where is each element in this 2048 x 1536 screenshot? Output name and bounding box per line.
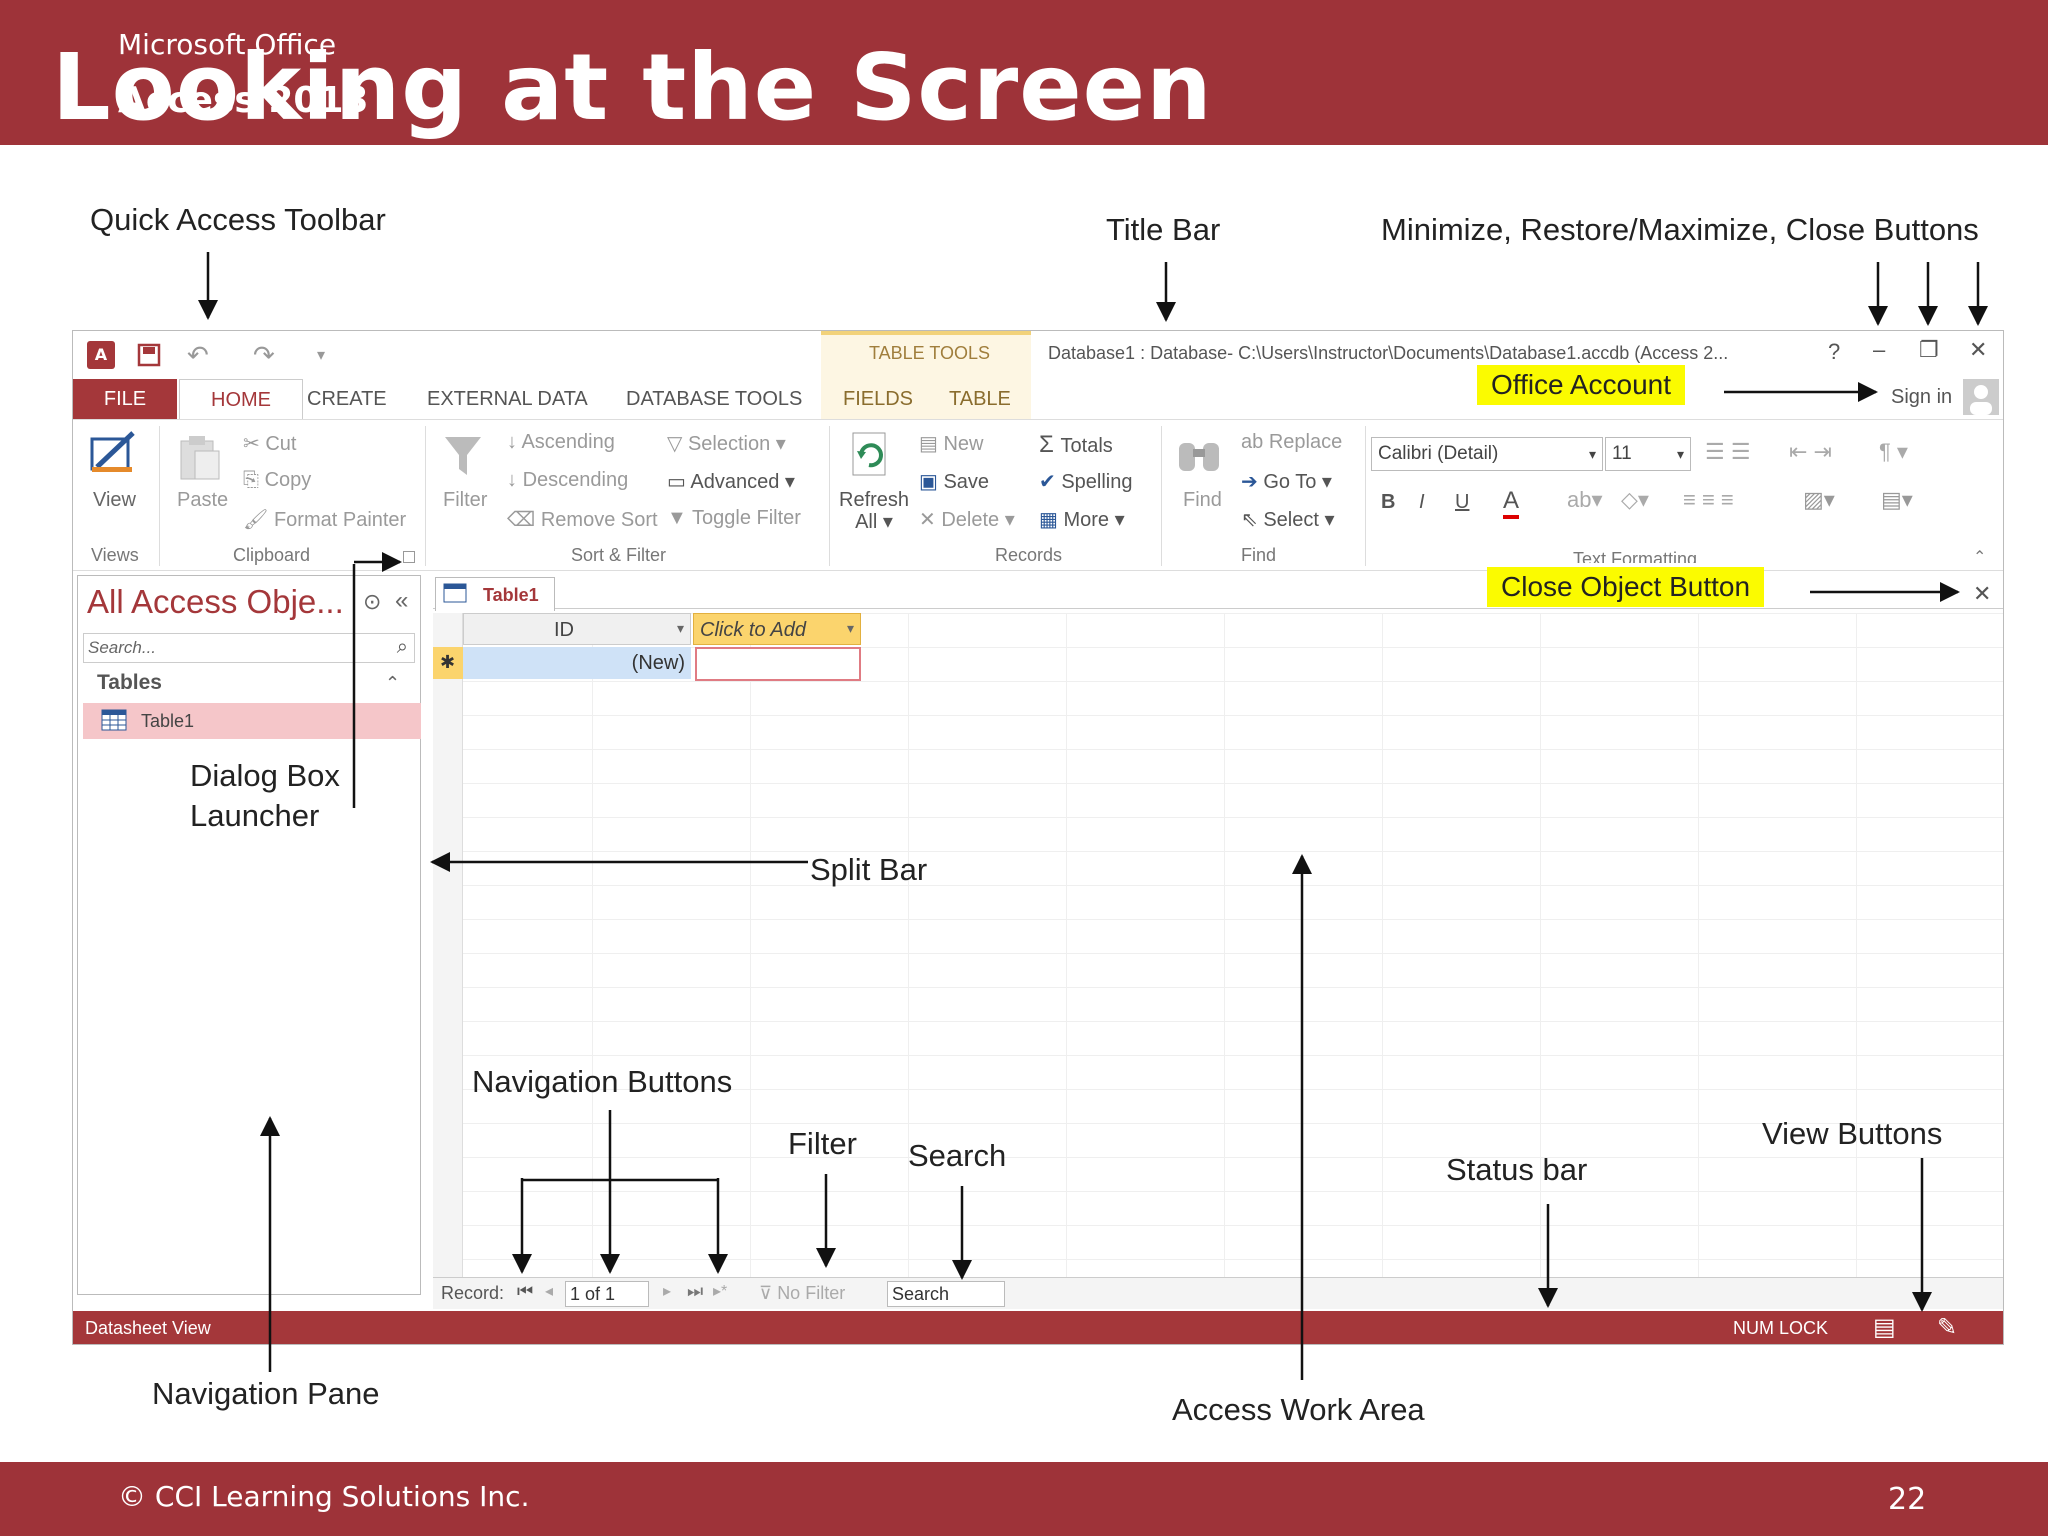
footer-copyright: © CCI Learning Solutions Inc. [118, 1480, 530, 1513]
page-number: 22 [1888, 1482, 1927, 1517]
callout-arrows [198, 252, 1988, 1380]
slide: Microsoft Office Access 2013 Looking at … [0, 0, 2048, 1536]
